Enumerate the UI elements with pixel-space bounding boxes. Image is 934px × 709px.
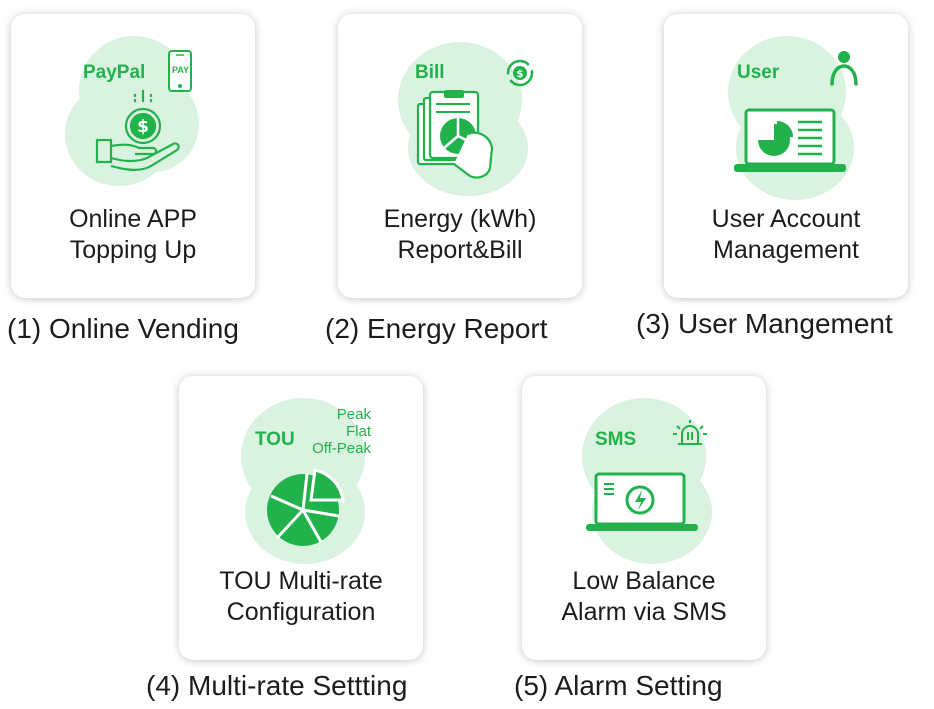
sms-tag: SMS xyxy=(595,429,637,450)
caption-energy-report: (2) Energy Report xyxy=(325,313,548,344)
card-title: Energy (kWh) Report&Bill xyxy=(383,205,537,264)
card-title: User Account Management xyxy=(711,205,861,264)
sms-alarm-laptop-icon xyxy=(586,472,698,531)
card-user-management: User User Account Management xyxy=(664,14,908,298)
rate-labels: Peak Flat Off-Peak xyxy=(312,406,371,457)
caption-alarm-setting: (5) Alarm Setting xyxy=(514,670,723,701)
caption-online-vending: (1) Online Vending xyxy=(7,313,239,344)
person-icon xyxy=(830,51,858,86)
card-multi-rate-setting: TOU Peak Flat Off-Peak TOU Multi-rate Co… xyxy=(179,376,423,660)
card-title: Online APP Topping Up xyxy=(69,205,197,264)
pay-label: PAY xyxy=(172,65,190,75)
bill-report-icon xyxy=(416,90,494,179)
svg-text:$: $ xyxy=(517,69,524,80)
svg-text:$: $ xyxy=(137,117,149,137)
bill-tag: Bill xyxy=(415,62,445,83)
coin-refresh-icon: $ xyxy=(506,59,534,87)
card-title: TOU Multi-rate Configuration xyxy=(219,567,383,626)
card-online-vending: PayPal PAY $ Online APP Topping Up xyxy=(11,14,255,298)
online-payment-icon: $ xyxy=(95,90,180,171)
caption-multi-rate-setting: (4) Multi-rate Settting xyxy=(146,670,408,701)
paypal-tag: PayPal xyxy=(83,62,146,83)
card-alarm-setting: SMS Low Balance Alarm via SMS xyxy=(522,376,766,660)
caption-user-management: (3) User Mangement xyxy=(636,308,893,339)
user-tag: User xyxy=(737,62,780,83)
tou-pie-icon xyxy=(267,468,345,546)
user-laptop-icon xyxy=(734,108,846,172)
card-energy-report: Bill $ Energy (kWh) Report&Bill xyxy=(338,14,582,298)
tou-tag: TOU xyxy=(255,429,295,450)
card-title: Low Balance Alarm via SMS xyxy=(561,567,727,626)
siren-icon xyxy=(673,420,707,445)
